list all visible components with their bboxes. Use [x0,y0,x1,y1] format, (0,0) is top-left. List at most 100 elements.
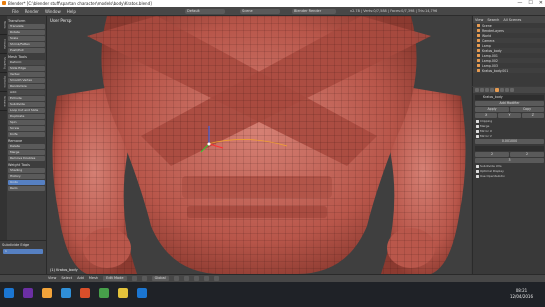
subsurf-quality-field[interactable]: 3 [475,158,544,163]
use-opensubdiv-checkbox[interactable]: Use OpenSubdiv [476,174,543,178]
screen-layout-select[interactable]: Default [185,8,225,14]
apply-button[interactable]: Apply [475,107,509,112]
vertex-select-icon[interactable] [173,276,179,281]
merge-limit-field[interactable]: 0.001000 [475,139,544,144]
section-transform[interactable]: Transform [8,19,45,23]
tab-tools[interactable]: Tools [0,16,7,35]
slide-edge-button[interactable]: Slide Edge [8,66,45,71]
translate-button[interactable]: Translate [8,24,45,29]
scene-tab-icon[interactable] [480,88,484,92]
undo-button[interactable]: Undo [8,180,45,185]
rotate-button[interactable]: Rotate [8,30,45,35]
sculpt-mesh-render [52,16,466,274]
section-weight-tools[interactable]: Weight Tools [8,163,45,167]
scene-select[interactable]: Scene [240,8,280,14]
duplicate-button[interactable]: Duplicate [8,114,45,119]
file-explorer-icon[interactable] [42,288,52,298]
smooth-vertex-button[interactable]: Smooth Vertex [8,78,45,83]
shading-button[interactable]: Shading [8,168,45,173]
object-name-field[interactable]: Kratos_body [475,95,544,100]
pivot-point-icon[interactable] [141,276,147,281]
subdivide-button[interactable]: Subdivide [8,102,45,107]
search-icon[interactable] [23,288,33,298]
optimal-display-checkbox[interactable]: Optimal Display [476,169,543,173]
edge-select-icon[interactable] [183,276,189,281]
maximize-button[interactable]: ☐ [528,0,532,7]
tab-create[interactable]: Create [0,35,7,54]
loop-cut-button[interactable]: Loop Cut and Slide [8,108,45,113]
menu-mesh[interactable]: Mesh [89,276,98,281]
screw-button[interactable]: Screw [8,126,45,131]
world-tab-icon[interactable] [485,88,489,92]
section-mesh-tools[interactable]: Mesh Tools [8,55,45,59]
subsurf-render-field[interactable]: 2 [510,152,544,157]
transform-orientation-select[interactable]: Global [151,276,169,281]
last-operator-title[interactable]: Subdivide Edge [0,241,46,249]
axis-z-toggle[interactable]: Z [521,113,544,118]
copy-button[interactable]: Copy [510,107,544,112]
texture-tab-icon[interactable] [510,88,514,92]
mirror-v-checkbox[interactable]: Mirror V [476,134,543,138]
extrude-button[interactable]: Extrude [8,96,45,101]
snap-icon[interactable] [213,276,219,281]
minimize-button[interactable]: — [517,0,522,7]
merge-checkbox[interactable]: Merge [476,124,543,128]
subdivide-uvs-checkbox[interactable]: Subdivide UVs [476,164,543,168]
outliner-search-menu[interactable]: Search [487,18,499,22]
shrink-fatten-button[interactable]: Shrink/Fatten [8,42,45,47]
randomize-button[interactable]: Randomize [8,84,45,89]
tab-shading[interactable]: Shading [0,54,7,73]
knife-button[interactable]: Knife [8,132,45,137]
proportional-edit-icon[interactable] [203,276,209,281]
push-pull-button[interactable]: Push/Pull [8,48,45,53]
mode-select[interactable]: Edit Mode [103,276,127,281]
modifier-tab-icon[interactable] [495,88,499,92]
camera-icon [477,39,480,42]
add-modifier-button[interactable]: Add Modifier [475,101,544,106]
object-tab-icon[interactable] [490,88,494,92]
menu-window[interactable]: Window [45,9,61,14]
menu-select[interactable]: Select [61,276,72,281]
outliner-row[interactable]: Kratos_body.001 [473,68,545,73]
tab-options[interactable]: Options [0,73,7,92]
edge-browser-icon[interactable] [61,288,71,298]
app-icon[interactable] [99,288,109,298]
axis-y-toggle[interactable]: Y [498,113,521,118]
section-remove[interactable]: Remove [8,139,45,143]
face-select-icon[interactable] [193,276,199,281]
render-engine-select[interactable]: Blender Render [292,8,336,14]
axis-x-toggle[interactable]: X [475,113,498,118]
menu-add[interactable]: Add [77,276,84,281]
scale-button[interactable]: Scale [8,36,45,41]
app-icon[interactable] [118,288,128,298]
data-tab-icon[interactable] [500,88,504,92]
clipping-checkbox[interactable]: Clipping [476,119,543,123]
start-icon[interactable] [4,288,14,298]
mirror-u-checkbox[interactable]: Mirror U [476,129,543,133]
merge-button[interactable]: Merge [8,150,45,155]
spin-button[interactable]: Spin [8,120,45,125]
number-of-cuts-field[interactable]: 1 [3,249,43,254]
redo-button[interactable]: Redo [8,186,45,191]
close-button[interactable]: ✕ [539,0,543,7]
subsurf-view-field[interactable]: 2 [475,152,509,157]
menu-file[interactable]: File [12,9,19,14]
blender-app-icon[interactable] [80,288,90,298]
material-tab-icon[interactable] [505,88,509,92]
app-icon[interactable] [137,288,147,298]
menu-help[interactable]: Help [67,9,76,14]
shading-mode-icon[interactable] [131,276,137,281]
render-tab-icon[interactable] [475,88,479,92]
history-button[interactable]: History [8,174,45,179]
delete-button[interactable]: Delete [8,144,45,149]
3d-viewport[interactable]: User Persp (1) Kratos_body [47,16,471,274]
system-clock[interactable]: 08:21 12/04/2016 [510,288,533,300]
tab-grease[interactable]: Grease [0,92,7,111]
outliner-view-menu[interactable]: View [475,18,483,22]
remove-doubles-button[interactable]: Remove Doubles [8,156,45,161]
menu-render[interactable]: Render [25,9,39,14]
outliner-display-mode[interactable]: All Scenes [503,18,521,22]
mirror-object-field[interactable] [475,146,544,151]
vertex-button[interactable]: Vertex [8,72,45,77]
menu-view[interactable]: View [48,276,56,281]
